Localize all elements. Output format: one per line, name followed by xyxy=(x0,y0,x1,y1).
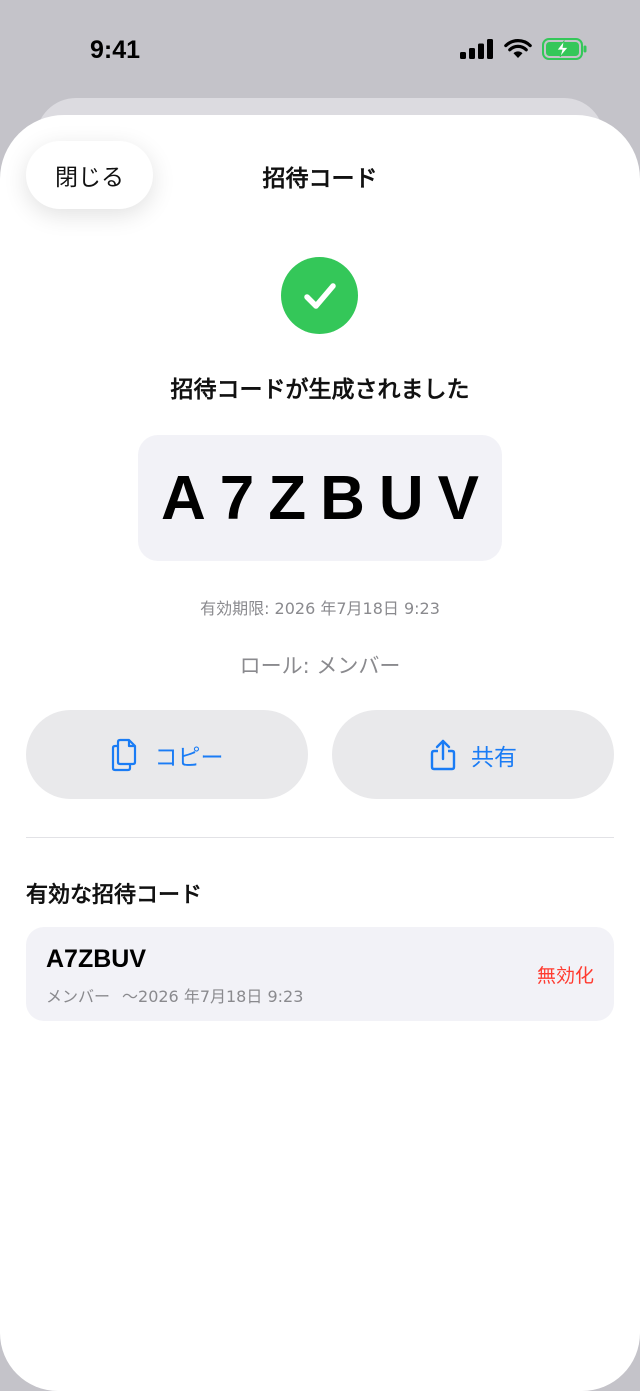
list-item-role: メンバー xyxy=(46,987,111,1006)
invite-code: A7ZBUV xyxy=(160,463,494,533)
role-text: ロール: メンバー xyxy=(239,654,401,678)
page-title: 招待コード xyxy=(262,166,378,192)
invite-code-display: A7ZBUV xyxy=(138,435,502,561)
revoke-button[interactable]: 無効化 xyxy=(537,961,594,988)
status-icons xyxy=(460,38,588,60)
share-button-label: 共有 xyxy=(471,744,517,771)
expiry-text: 有効期限: 2026 年7月18日 9:23 xyxy=(200,599,440,618)
divider xyxy=(26,837,614,838)
battery-charging-icon xyxy=(542,38,587,60)
status-bar: 9:41 xyxy=(0,0,640,100)
share-button[interactable]: 共有 xyxy=(332,710,614,799)
list-item: A7ZBUV メンバー 〜2026 年7月18日 9:23 無効化 xyxy=(26,927,614,1021)
cellular-signal-icon xyxy=(460,39,493,59)
invite-code-sheet: 閉じる 招待コード 招待コードが生成されました A7ZBUV 有効期限: 202… xyxy=(0,115,640,1391)
success-message: 招待コードが生成されました xyxy=(170,377,470,403)
list-item-details: メンバー 〜2026 年7月18日 9:23 xyxy=(46,983,303,1007)
copy-button[interactable]: コピー xyxy=(26,710,308,799)
wifi-icon xyxy=(504,39,532,58)
copy-icon xyxy=(111,738,136,771)
list-item-expiry: 〜2026 年7月18日 9:23 xyxy=(122,987,304,1006)
share-icon xyxy=(430,739,456,770)
list-item-code: A7ZBUV xyxy=(46,945,147,973)
active-codes-title: 有効な招待コード xyxy=(26,883,203,908)
status-time: 9:41 xyxy=(90,36,141,64)
success-checkmark-icon xyxy=(281,257,358,334)
copy-button-label: コピー xyxy=(154,744,224,771)
